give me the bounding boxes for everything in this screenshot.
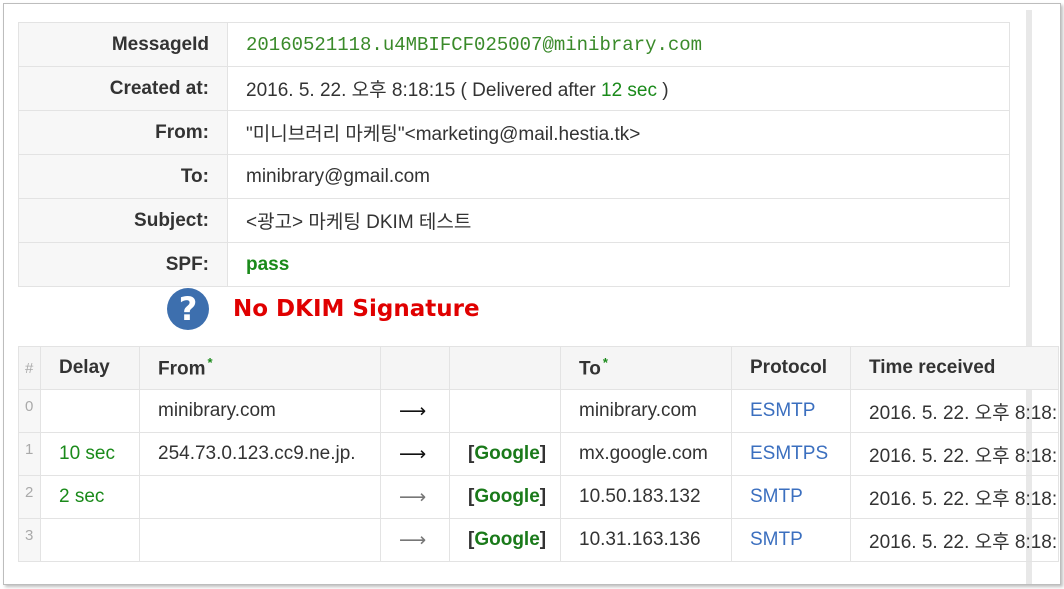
- hop-to: 10.50.183.132: [560, 475, 732, 519]
- hop-to: 10.31.163.136: [560, 518, 732, 562]
- header-label: To:: [18, 154, 228, 199]
- tag-bracket: ]: [539, 443, 547, 464]
- hop-delay: 2 sec: [40, 475, 140, 519]
- column-header-time[interactable]: Time received: [850, 346, 1059, 390]
- hop-protocol: SMTP: [731, 475, 851, 519]
- hop-time: 2016. 5. 22. 오후 8:18:27: [850, 518, 1059, 562]
- column-header-delay[interactable]: Delay: [40, 346, 140, 390]
- header-row-spf: SPF: pass: [18, 242, 1010, 287]
- provider-name: Google: [474, 486, 540, 507]
- hop-protocol: SMTP: [731, 518, 851, 562]
- created-at-tail: ): [656, 80, 669, 101]
- column-header-from-label: From: [158, 358, 206, 380]
- provider-name: Google: [474, 529, 540, 550]
- hop-delay: [40, 518, 140, 562]
- hop-to: mx.google.com: [560, 432, 732, 476]
- created-at-text: 2016. 5. 22. 오후 8:18:15 ( Delivered afte…: [246, 80, 601, 101]
- hop-protocol: ESMTP: [731, 389, 851, 433]
- hop-protocol: ESMTPS: [731, 432, 851, 476]
- header-label: MessageId: [18, 22, 228, 67]
- dkim-status-text: No DKIM Signature: [233, 296, 480, 322]
- hop-row: 1 10 sec 254.73.0.123.cc9.ne.jp. ⟶ [Goog…: [18, 432, 1059, 476]
- column-header-protocol[interactable]: Protocol: [731, 346, 851, 390]
- delivery-delay: 12 sec: [601, 80, 657, 101]
- header-label: SPF:: [18, 242, 228, 287]
- to-value: minibrary@gmail.com: [227, 154, 1010, 199]
- right-arrow-icon: ⟶: [380, 389, 450, 433]
- column-header-tag: [449, 346, 561, 390]
- tag-bracket: ]: [539, 486, 547, 507]
- header-label: From:: [18, 110, 228, 155]
- hop-from: [139, 518, 381, 562]
- hop-provider-tag: [449, 389, 561, 433]
- message-id-value: 20160521118.u4MBIFCF025007@minibrary.com: [227, 22, 1010, 67]
- hop-number: 2: [18, 475, 41, 519]
- header-row-created: Created at: 2016. 5. 22. 오후 8:18:15 ( De…: [18, 66, 1010, 111]
- from-value: "미니브러리 마케팅"<marketing@mail.hestia.tk>: [227, 110, 1010, 155]
- hop-from: [139, 475, 381, 519]
- right-arrow-icon: ⟶: [380, 432, 450, 476]
- hop-number: 3: [18, 518, 41, 562]
- hop-provider-tag: [Google]: [449, 432, 561, 476]
- message-header-table: MessageId 20160521118.u4MBIFCF025007@min…: [18, 22, 1010, 287]
- hop-to: minibrary.com: [560, 389, 732, 433]
- delivery-hops-table: # Delay From * To * Protocol Time received…: [18, 346, 1059, 562]
- hop-time: 2016. 5. 22. 오후 8:18:27: [850, 475, 1059, 519]
- column-header-num: #: [18, 346, 41, 390]
- right-arrow-icon: ⟶: [380, 518, 450, 562]
- column-header-to-label: To: [579, 358, 601, 380]
- to-star-marker: *: [602, 355, 608, 371]
- subject-value: <광고> 마케팅 DKIM 테스트: [227, 198, 1010, 243]
- question-circle-icon[interactable]: ?: [167, 288, 209, 330]
- header-label: Created at:: [18, 66, 228, 111]
- hop-row: 3 ⟶ [Google] 10.31.163.136 SMTP 2016. 5.…: [18, 518, 1059, 562]
- hop-delay: [40, 389, 140, 433]
- header-row-messageid: MessageId 20160521118.u4MBIFCF025007@min…: [18, 22, 1010, 67]
- from-star-marker: *: [207, 355, 213, 371]
- hops-header-row: # Delay From * To * Protocol Time received: [18, 346, 1059, 390]
- spf-status: pass: [227, 242, 1010, 287]
- hop-time: 2016. 5. 22. 오후 8:18:25: [850, 432, 1059, 476]
- right-arrow-icon: ⟶: [380, 475, 450, 519]
- header-label: Subject:: [18, 198, 228, 243]
- column-header-from[interactable]: From *: [139, 346, 381, 390]
- tag-bracket: ]: [539, 529, 547, 550]
- created-at-value: 2016. 5. 22. 오후 8:18:15 ( Delivered afte…: [227, 66, 1010, 111]
- hop-number: 1: [18, 432, 41, 476]
- hop-number: 0: [18, 389, 41, 433]
- column-header-to[interactable]: To *: [560, 346, 732, 390]
- hop-provider-tag: [Google]: [449, 475, 561, 519]
- header-row-to: To: minibrary@gmail.com: [18, 154, 1010, 199]
- hop-from: 254.73.0.123.cc9.ne.jp.: [139, 432, 381, 476]
- message-header-window: MessageId 20160521118.u4MBIFCF025007@min…: [3, 3, 1061, 585]
- hop-time: 2016. 5. 22. 오후 8:18:15: [850, 389, 1059, 433]
- provider-name: Google: [474, 443, 540, 464]
- hop-provider-tag: [Google]: [449, 518, 561, 562]
- hop-delay: 10 sec: [40, 432, 140, 476]
- column-header-arrow: [380, 346, 450, 390]
- dkim-notice: ? No DKIM Signature: [167, 287, 480, 331]
- header-row-from: From: "미니브러리 마케팅"<marketing@mail.hestia.…: [18, 110, 1010, 155]
- header-row-subject: Subject: <광고> 마케팅 DKIM 테스트: [18, 198, 1010, 243]
- hop-from: minibrary.com: [139, 389, 381, 433]
- hop-row: 2 2 sec ⟶ [Google] 10.50.183.132 SMTP 20…: [18, 475, 1059, 519]
- hop-row: 0 minibrary.com ⟶ minibrary.com ESMTP 20…: [18, 389, 1059, 433]
